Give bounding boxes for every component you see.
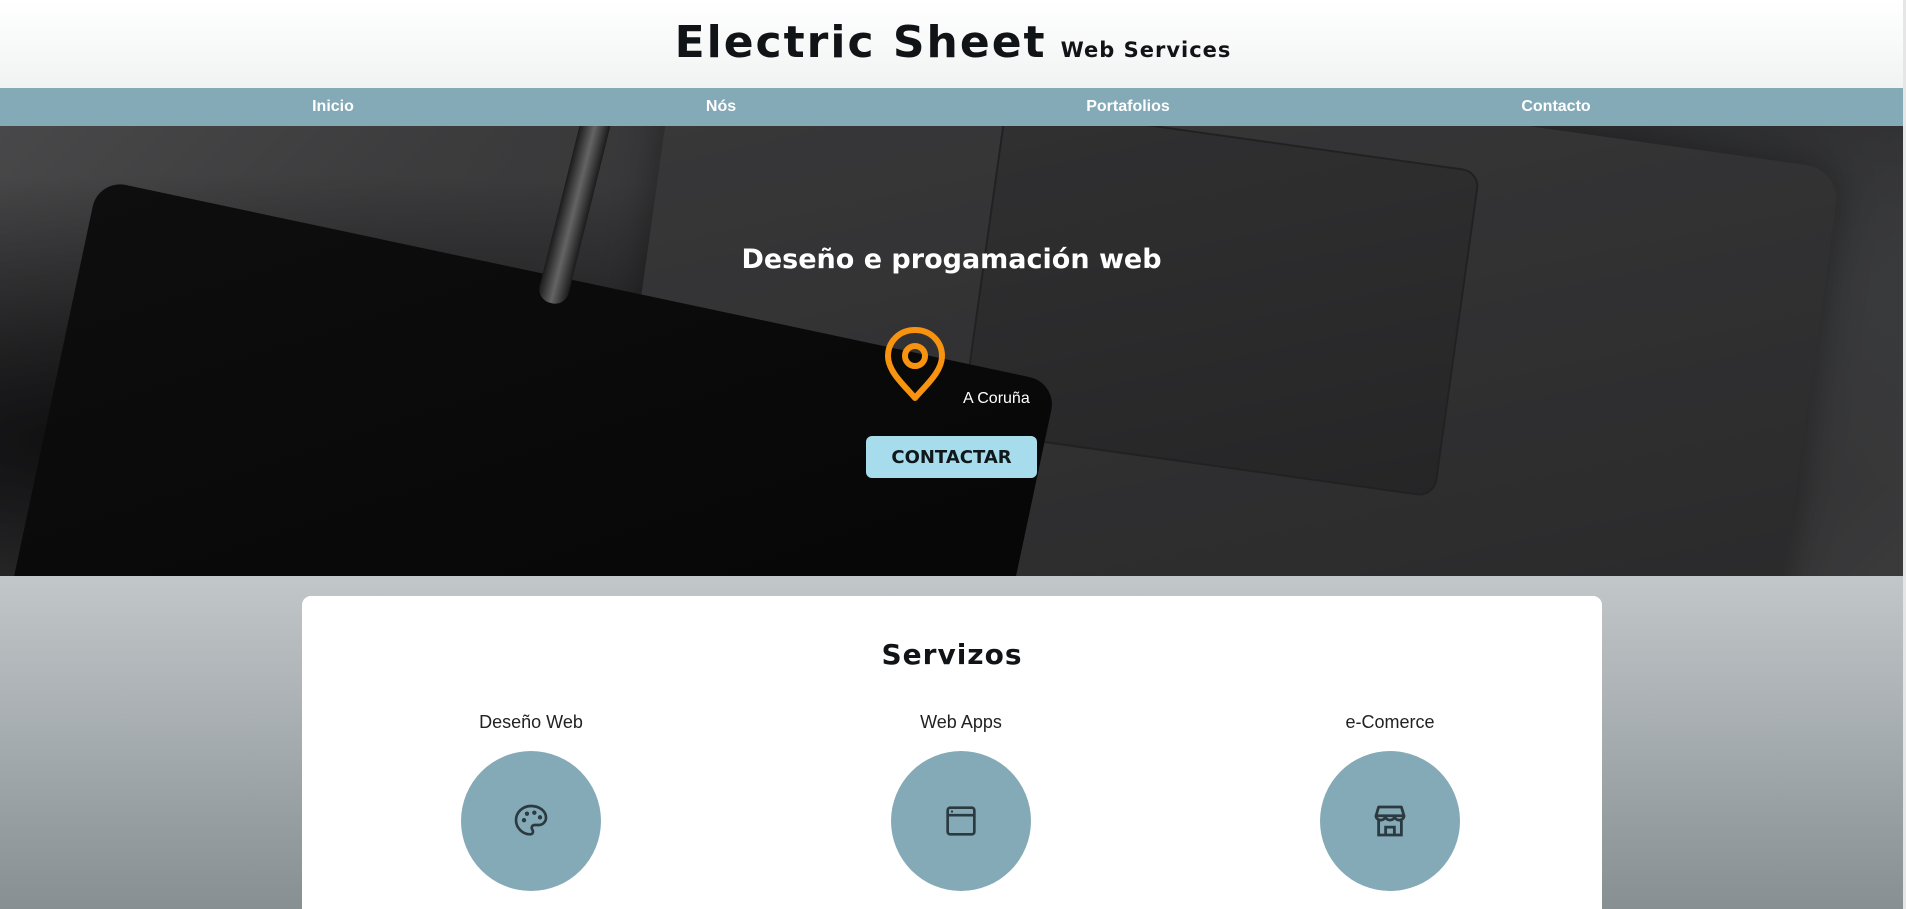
main-nav: Inicio Nós Portafolios Contacto xyxy=(0,88,1903,126)
hero-overlay xyxy=(0,126,1903,576)
services-title: Servizos xyxy=(881,638,1023,671)
brand-title: Electric Sheet xyxy=(674,16,1047,68)
contact-button[interactable]: CONTACTAR xyxy=(866,436,1037,478)
service-icon-circle xyxy=(1320,751,1460,891)
service-ecommerce[interactable]: e-Comerce xyxy=(1290,712,1490,891)
brand[interactable]: Electric Sheet Web Services xyxy=(675,17,1232,68)
nav-item-inicio[interactable]: Inicio xyxy=(312,88,354,126)
service-name: Web Apps xyxy=(920,712,1002,732)
services-card: Servizos Deseño Web Web Apps e-Comerce xyxy=(302,596,1602,909)
service-web-apps[interactable]: Web Apps xyxy=(861,712,1061,891)
site-header: Electric Sheet Web Services xyxy=(0,0,1906,88)
nav-item-contacto[interactable]: Contacto xyxy=(1521,88,1590,126)
nav-item-nos[interactable]: Nós xyxy=(706,88,736,126)
palette-icon xyxy=(514,804,548,836)
storefront-icon xyxy=(1374,805,1406,837)
service-icon-circle xyxy=(891,751,1031,891)
browser-window-icon xyxy=(946,806,976,836)
service-name: e-Comerce xyxy=(1345,712,1435,732)
nav-item-portafolios[interactable]: Portafolios xyxy=(1086,88,1170,126)
map-pin-icon xyxy=(885,327,945,401)
hero-title: Deseño e progamación web xyxy=(741,244,1162,275)
location-text: A Coruña xyxy=(963,390,1030,407)
service-web-design[interactable]: Deseño Web xyxy=(431,712,631,891)
brand-subtitle: Web Services xyxy=(1060,37,1232,62)
service-name: Deseño Web xyxy=(479,712,583,732)
service-icon-circle xyxy=(461,751,601,891)
hero-section: Deseño e progamación web A Coruña CONTAC… xyxy=(0,126,1903,576)
